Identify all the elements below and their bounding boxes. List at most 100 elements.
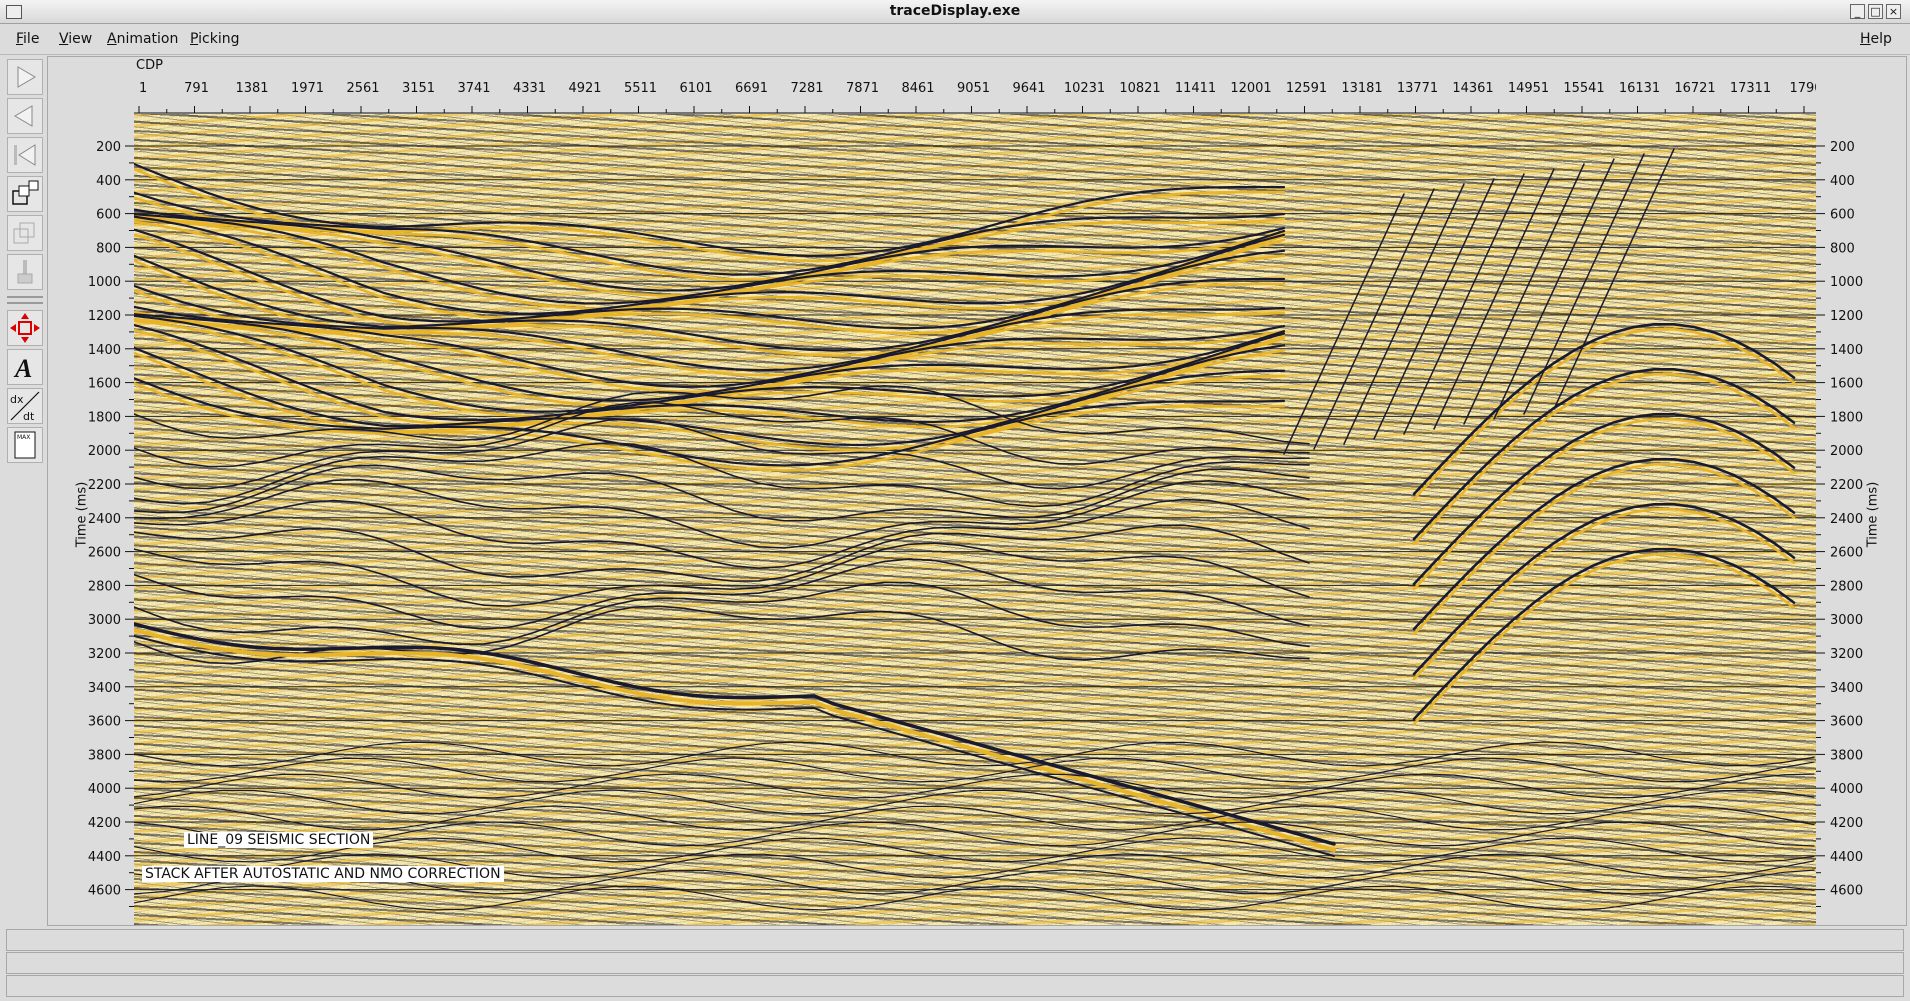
arc-reflector-gold [1412,373,1796,546]
cdp-tick-label: 12591 [1286,81,1327,96]
svg-text:MAX: MAX [17,434,30,441]
lower-reflector-dark [134,837,1815,863]
tool-palette: A dx dt MAX [3,56,47,926]
window-title: traceDisplay.exe [889,3,1021,19]
cdp-axis: CDP 1 791 1381 1971 2561 3151 3741 4331 4921 5511… [134,56,1816,114]
menu-animation[interactable]: Animation [107,31,178,47]
diagonal-event [1373,178,1495,440]
paint-brush-icon [17,260,33,284]
toolbar-separator [7,302,43,304]
cdp-tick-label: 1790 [1789,81,1816,96]
cdp-tick-label: 10821 [1119,81,1160,96]
maximize-button[interactable]: □ [1868,4,1883,19]
derivative-dxdt-button[interactable]: dx dt [7,388,43,424]
minimize-button[interactable]: _ [1850,4,1865,19]
time-tick-label: 3800 [1830,748,1863,763]
time-tick-label: 1800 [1830,410,1863,425]
mid-reflector-dark [134,524,1310,582]
time-tick-label: 4000 [1830,782,1863,797]
status-bar-1 [6,929,1904,951]
diagonal-event [1283,193,1405,455]
cdp-tick-label: 791 [184,81,209,96]
cdp-tick-label: 9641 [1012,81,1045,96]
time-tick-label: 2400 [1830,512,1863,527]
menu-picking[interactable]: Picking [190,31,239,47]
step-back-button[interactable] [7,137,43,173]
menu-file[interactable]: File [16,31,39,47]
copy-windows-button[interactable] [7,215,43,251]
cdp-tick-label: 2561 [346,81,379,96]
arc-reflector-gold [1412,463,1796,636]
cdp-tick-label: 4331 [513,81,546,96]
time-axis-right: 200 400 600 800 1000 1200 1400 1600 1800 2000 2200… [1816,114,1907,925]
time-tick-label: 3000 [1830,613,1863,628]
section-title-annotation: LINE_09 SEISMIC SECTION [184,832,374,848]
cdp-tick-label: 7281 [790,81,823,96]
time-axis-right-ticks: 200 400 600 800 1000 1200 1400 1600 1800 2000 2200… [1816,140,1863,907]
cdp-tick-label: 4921 [568,81,601,96]
arc-reflector-gold [1412,508,1796,681]
text-annotation-button[interactable]: A [7,349,43,385]
cdp-tick-label: 8461 [901,81,934,96]
diagonal-event [1313,188,1435,450]
cdp-axis-ticks: 1 791 1381 1971 2561 3151 3741 4331 4921 5511 6101… [134,81,1816,114]
arc-reflector-dark [1412,368,1796,541]
cdp-tick-label: 5511 [624,81,657,96]
pan-move-button[interactable] [7,310,43,346]
cdp-tick-label: 10231 [1064,81,1105,96]
time-tick-label: 4600 [1830,884,1863,899]
upper-reflector-dark [134,305,1286,388]
time-tick-label: 1800 [88,410,121,425]
cdp-tick-label: 16721 [1674,81,1715,96]
cdp-tick-label: 3151 [402,81,435,96]
cdp-tick-label: 14951 [1508,81,1549,96]
close-button[interactable]: × [1886,4,1901,19]
arc-reflector-gold [1412,328,1796,501]
zoom-windows-button[interactable] [7,176,43,212]
time-tick-label: 1600 [1830,377,1863,392]
time-tick-label: 4400 [1830,850,1863,865]
play-backward-button[interactable] [7,98,43,134]
menu-view[interactable]: View [59,31,92,47]
time-tick-label: 1200 [1830,309,1863,324]
time-tick-label: 600 [1830,208,1855,223]
max-amplitude-icon: MAX [14,431,36,459]
time-tick-label: 800 [96,241,121,256]
deep-reflector-gold [134,628,1336,852]
time-tick-label: 1400 [88,343,121,358]
time-tick-label: 2600 [88,546,121,561]
svg-text:dx: dx [10,393,24,406]
seismic-section-canvas[interactable]: LINE_09 SEISMIC SECTION STACK AFTER AUTO… [134,114,1816,925]
play-forward-button[interactable] [7,59,43,95]
menu-help[interactable]: Help [1860,31,1892,47]
time-tick-label: 2800 [88,579,121,594]
max-amplitude-button[interactable]: MAX [7,427,43,463]
svg-text:A: A [13,354,32,383]
time-tick-label: 3000 [88,613,121,628]
pan-move-icon [10,313,40,343]
seismic-reflectors [134,145,1816,911]
time-tick-label: 400 [96,174,121,189]
paint-brush-button[interactable] [7,254,43,290]
section-subtitle-annotation: STACK AFTER AUTOSTATIC AND NMO CORRECTIO… [142,866,504,882]
time-tick-label: 200 [96,140,121,155]
diagonal-event [1343,183,1465,445]
upper-reflector-dark [134,254,1286,352]
time-tick-label: 1400 [1830,343,1863,358]
cdp-tick-label: 6691 [735,81,768,96]
time-tick-label: 2000 [88,444,121,459]
status-bar-2 [6,952,1904,974]
upper-reflector-gold [134,220,1286,320]
upper-reflector-dark [134,162,1286,257]
time-tick-label: 1000 [88,275,121,290]
toolbar-separator [7,296,43,298]
lower-reflector-dark [134,757,1815,783]
time-tick-label: 1200 [88,309,121,324]
time-tick-label: 600 [96,208,121,223]
play-forward-icon [17,66,36,88]
cdp-tick-label: 7871 [846,81,879,96]
time-tick-label: 3200 [88,647,121,662]
time-axis-left: 200 400 600 800 1000 1200 1400 1600 1800 2000 2200… [47,114,134,925]
time-tick-label: 4400 [88,850,121,865]
time-tick-label: 400 [1830,174,1855,189]
